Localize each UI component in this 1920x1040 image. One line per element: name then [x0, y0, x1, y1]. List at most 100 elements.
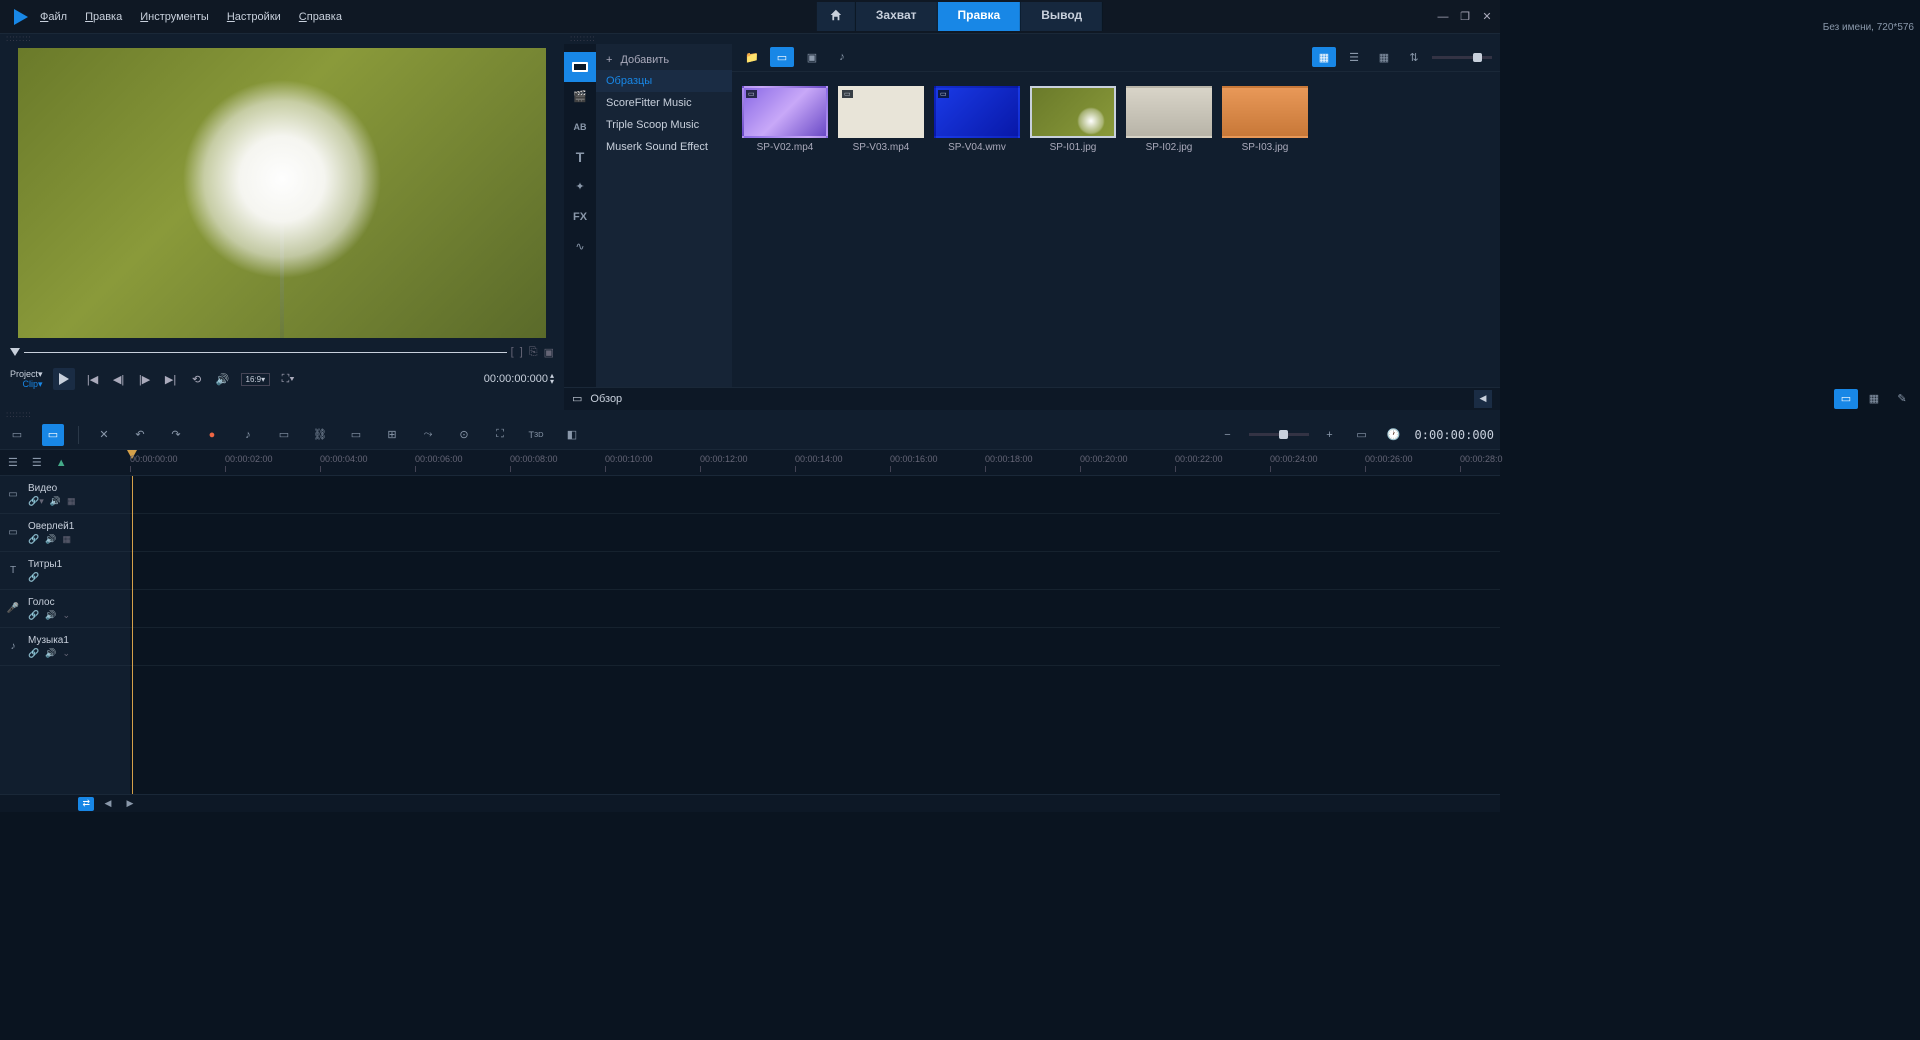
playhead-line[interactable] — [132, 476, 133, 794]
vtab-transitions[interactable]: 🎬 — [564, 82, 596, 112]
audio-mixer-icon[interactable]: ♪ — [237, 424, 259, 446]
chevron-down-icon[interactable]: ⌄ — [62, 648, 70, 659]
volume-icon[interactable]: 🔊 — [215, 371, 231, 387]
chapter-icon[interactable]: ▭ — [345, 424, 367, 446]
media-thumb[interactable]: SP-I03.jpg — [1222, 86, 1308, 153]
mute-icon[interactable]: 🔊 — [45, 610, 56, 621]
vtab-fx[interactable]: FX — [564, 202, 596, 232]
zoom-in-icon[interactable]: + — [1319, 424, 1341, 446]
overview-icon[interactable]: ▭ — [572, 392, 582, 405]
track-lane[interactable] — [130, 476, 1500, 514]
preview-grip[interactable]: :::::::: — [0, 34, 564, 44]
go-end-button[interactable]: ▶| — [163, 371, 179, 387]
play-button[interactable] — [53, 368, 75, 390]
link-icon[interactable]: 🔗▾ — [28, 496, 44, 507]
track-lane[interactable] — [130, 590, 1500, 628]
zoom-out-icon[interactable]: − — [1217, 424, 1239, 446]
view-thumbnails-icon[interactable]: ▦ — [1312, 47, 1336, 67]
split-icon[interactable]: ⎘ — [529, 346, 538, 359]
media-thumb[interactable]: ▭SP-V03.mp4 — [838, 86, 924, 153]
link-icon[interactable]: 🔗 — [28, 610, 39, 621]
panel-view-2-icon[interactable]: ▦ — [1862, 389, 1886, 409]
library-grip[interactable]: :::::::: — [564, 34, 1500, 44]
chevron-down-icon[interactable]: ⌄ — [62, 610, 70, 621]
filter-video-icon[interactable]: ▭ — [770, 47, 794, 67]
category-muserk[interactable]: Muserk Sound Effect — [596, 136, 732, 158]
3d-title-icon[interactable]: T3D — [525, 424, 547, 446]
track-motion-icon[interactable]: ⤳ — [417, 424, 439, 446]
vtab-media[interactable] — [564, 52, 596, 82]
track-header-voice[interactable]: 🎤 Голос🔗🔊⌄ — [0, 590, 130, 628]
filter-audio-icon[interactable]: ♪ — [830, 47, 854, 67]
mark-in-icon[interactable]: [ — [511, 346, 514, 359]
menu-edit[interactable]: Правка — [85, 11, 122, 23]
tools-icon[interactable]: ✕ — [93, 424, 115, 446]
mask-icon[interactable]: ◧ — [561, 424, 583, 446]
mark-out-icon[interactable]: ] — [520, 346, 523, 359]
add-media-button[interactable]: + Добавить — [596, 50, 732, 70]
link-icon[interactable]: 🔗 — [28, 572, 39, 583]
record-icon[interactable]: ● — [201, 424, 223, 446]
fx-icon[interactable]: ▦ — [67, 496, 76, 507]
menu-file[interactable]: Файл — [40, 11, 67, 23]
fx-icon[interactable]: ▦ — [62, 534, 71, 545]
category-scorefitter[interactable]: ScoreFitter Music — [596, 92, 732, 114]
media-thumb[interactable]: ▭SP-V04.wmv — [934, 86, 1020, 153]
track-header-overlay[interactable]: ▭ Оверлей1🔗🔊▦ — [0, 514, 130, 552]
category-samples[interactable]: Образцы — [596, 70, 732, 92]
category-triplescoop[interactable]: Triple Scoop Music — [596, 114, 732, 136]
close-button[interactable]: ✕ — [1480, 10, 1494, 24]
preview-viewport[interactable] — [18, 48, 546, 338]
vtab-graphics[interactable]: ✦ — [564, 172, 596, 202]
tab-output[interactable]: Вывод — [1021, 2, 1103, 31]
track-header-title[interactable]: T Титры1🔗 — [0, 552, 130, 590]
timeline-grip[interactable]: :::::::: — [0, 410, 1500, 420]
scroll-right-icon[interactable]: ▶ — [122, 797, 138, 811]
multi-trim-icon[interactable]: ⊞ — [381, 424, 403, 446]
playback-mode-labels[interactable]: Project▾ Clip▾ — [10, 369, 43, 389]
sort-icon[interactable]: ⇅ — [1402, 47, 1426, 67]
chain-icon[interactable]: ⛓ — [309, 424, 331, 446]
scroll-left-icon[interactable]: ◀ — [100, 797, 116, 811]
aspect-ratio-selector[interactable]: 16:9▾ — [241, 373, 271, 386]
vtab-paths[interactable]: ∿ — [564, 232, 596, 262]
pan-zoom-icon[interactable]: ⊙ — [453, 424, 475, 446]
track-lanes[interactable] — [130, 476, 1500, 794]
menu-help[interactable]: Справка — [299, 11, 342, 23]
storyboard-view-icon[interactable]: ▭ — [6, 424, 28, 446]
next-frame-button[interactable]: |▶ — [137, 371, 153, 387]
scroll-mode-icon[interactable]: ⇄ — [78, 797, 94, 811]
track-header-music[interactable]: ♪ Музыка1🔗🔊⌄ — [0, 628, 130, 666]
prev-frame-button[interactable]: ◀| — [111, 371, 127, 387]
snapshot-icon[interactable]: ▣ — [544, 346, 554, 359]
media-thumb[interactable]: ▭SP-V02.mp4 — [742, 86, 828, 153]
add-marker-icon[interactable]: ▲ — [56, 457, 67, 469]
mute-icon[interactable]: 🔊 — [45, 648, 56, 659]
scrub-bar[interactable]: [ ] ⎘ ▣ — [0, 342, 564, 362]
duration-icon[interactable]: 🕐 — [1383, 424, 1405, 446]
link-icon[interactable]: 🔗 — [28, 648, 39, 659]
resize-icon[interactable]: ⛶ — [489, 424, 511, 446]
fullscreen-icon[interactable]: ⛶▾ — [280, 371, 296, 387]
timeline-view-icon[interactable]: ▭ — [42, 424, 64, 446]
auto-music-icon[interactable]: ▭ — [273, 424, 295, 446]
media-thumb[interactable]: SP-I01.jpg — [1030, 86, 1116, 153]
tab-capture[interactable]: Захват — [856, 2, 938, 31]
zoom-slider[interactable] — [1249, 433, 1309, 436]
vtab-text[interactable]: T — [564, 142, 596, 172]
filter-photo-icon[interactable]: ▣ — [800, 47, 824, 67]
panel-settings-icon[interactable]: ✎ — [1890, 389, 1914, 409]
fit-project-icon[interactable]: ▭ — [1351, 424, 1373, 446]
media-thumb[interactable]: SP-I02.jpg — [1126, 86, 1212, 153]
timeline-timecode[interactable]: 0:00:00:000 — [1415, 428, 1494, 442]
mute-icon[interactable]: 🔊 — [50, 496, 61, 507]
timeline-ruler[interactable]: 00:00:00:0000:00:02:0000:00:04:0000:00:0… — [130, 450, 1500, 475]
track-lane[interactable] — [130, 628, 1500, 666]
minimize-button[interactable]: — — [1436, 10, 1450, 24]
vtab-titles[interactable]: AB — [564, 112, 596, 142]
loop-button[interactable]: ⟲ — [189, 371, 205, 387]
tab-edit[interactable]: Правка — [938, 2, 1022, 31]
undo-icon[interactable]: ↶ — [129, 424, 151, 446]
import-folder-icon[interactable]: 📁 — [740, 47, 764, 67]
view-list-icon[interactable]: ☰ — [1342, 47, 1366, 67]
